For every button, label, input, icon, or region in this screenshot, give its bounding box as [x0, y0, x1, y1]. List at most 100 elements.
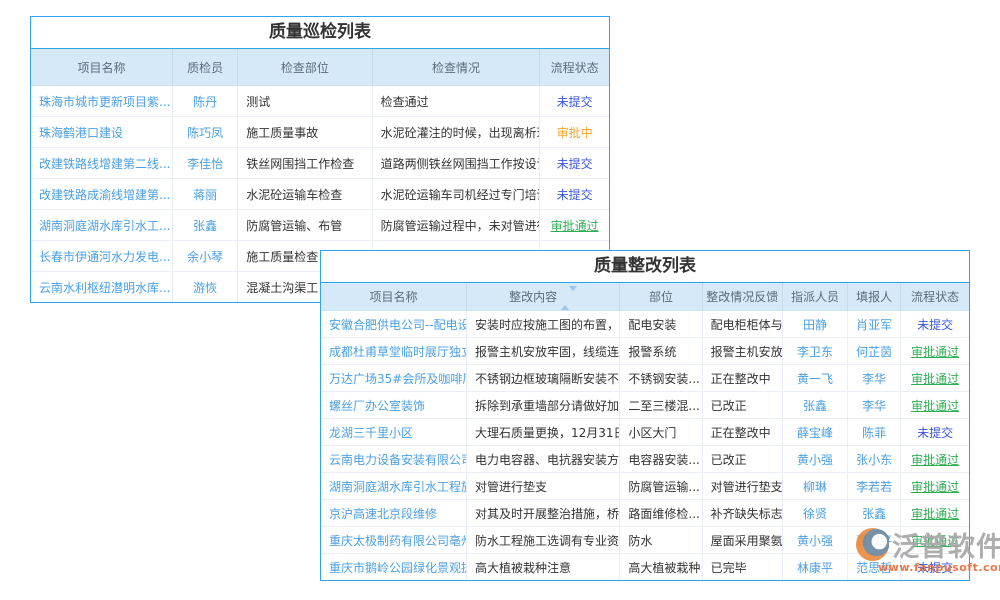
table-row: 京沪高速北京段维修 对其及时开展整治措施，桥头... 路面维修检... 补齐缺失… — [321, 500, 969, 527]
part-cell: 报警系统 — [620, 338, 702, 365]
filler-link[interactable]: 李华 — [848, 392, 901, 419]
inspector-link[interactable]: 陈丹 — [172, 86, 237, 117]
col-header-project: 项目名称 — [31, 49, 172, 86]
assignee-link[interactable]: 林康平 — [782, 554, 847, 581]
part-cell: 水泥砼运输车检查 — [238, 179, 372, 210]
filler-link[interactable]: 肖亚军 — [848, 311, 901, 338]
part-cell: 电容器安装... — [620, 446, 702, 473]
status-badge[interactable]: 审批通过 — [901, 446, 969, 473]
status-badge: 未提交 — [540, 179, 609, 210]
inspection-table-title: 质量巡检列表 — [31, 17, 609, 49]
col-header-project: 项目名称 — [321, 283, 466, 311]
feedback-cell: 报警主机安放... — [702, 338, 782, 365]
brand-url: www.fanpusoft.com — [878, 561, 1000, 574]
feedback-cell: 正在整改中 — [702, 419, 782, 446]
inspector-link[interactable]: 游恢 — [172, 272, 237, 303]
col-header-assignee: 指派人员 — [782, 283, 847, 311]
project-link[interactable]: 珠海鹤港口建设 — [31, 117, 172, 148]
situation-cell: 水泥砼灌注的时候，出现离析现象 — [372, 117, 540, 148]
part-cell: 施工质量事故 — [238, 117, 372, 148]
col-header-content-sortable[interactable]: 整改内容 — [466, 283, 619, 311]
status-badge: 未提交 — [540, 148, 609, 179]
part-cell: 防腐管运输... — [620, 473, 702, 500]
filler-link[interactable]: 张小东 — [848, 446, 901, 473]
project-link[interactable]: 云南水利枢纽潜明水库... — [31, 272, 172, 303]
assignee-link[interactable]: 田静 — [782, 311, 847, 338]
inspector-link[interactable]: 张鑫 — [172, 210, 237, 241]
fanpu-watermark: 泛普软件 www.fanpusoft.com — [856, 525, 1000, 574]
part-cell: 铁丝网围挡工作检查 — [238, 148, 372, 179]
situation-cell: 水泥砼运输车司机经过专门培训... — [372, 179, 540, 210]
status-badge[interactable]: 审批通过 — [901, 338, 969, 365]
project-link[interactable]: 云南电力设备安装有限公司20... — [321, 446, 466, 473]
part-cell: 二至三楼混... — [620, 392, 702, 419]
table-row: 云南电力设备安装有限公司20... 电力电容器、电抗器安装方案,... 电容器安… — [321, 446, 969, 473]
col-header-filler: 填报人 — [848, 283, 901, 311]
part-cell: 不锈钢安装... — [620, 365, 702, 392]
filler-link[interactable]: 张鑫 — [848, 500, 901, 527]
feedback-cell: 已完毕 — [702, 554, 782, 581]
table-row: 改建铁路成渝线增建第... 蒋丽 水泥砼运输车检查 水泥砼运输车司机经过专门培训… — [31, 179, 609, 210]
project-link[interactable]: 京沪高速北京段维修 — [321, 500, 466, 527]
part-cell: 配电安装 — [620, 311, 702, 338]
assignee-link[interactable]: 黄小强 — [782, 527, 847, 554]
inspector-link[interactable]: 陈巧凤 — [172, 117, 237, 148]
part-cell: 路面维修检... — [620, 500, 702, 527]
assignee-link[interactable]: 柳琳 — [782, 473, 847, 500]
project-link[interactable]: 螺丝厂办公室装饰 — [321, 392, 466, 419]
inspector-link[interactable]: 李佳怡 — [172, 148, 237, 179]
project-link[interactable]: 湖南洞庭湖水库引水工... — [31, 210, 172, 241]
status-badge[interactable]: 审批通过 — [901, 473, 969, 500]
project-link[interactable]: 重庆市鹅岭公园绿化景观提升... — [321, 554, 466, 581]
table-row: 改建铁路线增建第二线... 李佳怡 铁丝网围挡工作检查 道路两侧铁丝网围挡工作按… — [31, 148, 609, 179]
content-cell: 防水工程施工选调有专业资质... — [466, 527, 619, 554]
assignee-link[interactable]: 黄小强 — [782, 446, 847, 473]
inspector-link[interactable]: 蒋丽 — [172, 179, 237, 210]
assignee-link[interactable]: 黄一飞 — [782, 365, 847, 392]
project-link[interactable]: 珠海市城市更新项目紫... — [31, 86, 172, 117]
content-cell: 不锈钢边框玻璃隔断安装不牢... — [466, 365, 619, 392]
rectification-table-title: 质量整改列表 — [321, 251, 969, 283]
feedback-cell: 正在整改中 — [702, 365, 782, 392]
project-link[interactable]: 安徽合肥供电公司--配电设备... — [321, 311, 466, 338]
status-badge[interactable]: 审批通过 — [540, 210, 609, 241]
col-header-part: 部位 — [620, 283, 702, 311]
col-header-inspector: 质检员 — [172, 49, 237, 86]
feedback-cell: 配电柜柜体与... — [702, 311, 782, 338]
table-row: 湖南洞庭湖水库引水工... 张鑫 防腐管运输、布管 防腐管运输过程中，未对管进行… — [31, 210, 609, 241]
table-row: 螺丝厂办公室装饰 拆除到承重墙部分请做好加固... 二至三楼混... 已改正 张… — [321, 392, 969, 419]
filler-link[interactable]: 何芷茵 — [848, 338, 901, 365]
table-row: 湖南洞庭湖水库引水工程施工标 对管进行垫支 防腐管运输... 对管进行垫支 柳琳… — [321, 473, 969, 500]
status-badge[interactable]: 审批通过 — [901, 392, 969, 419]
part-cell: 测试 — [238, 86, 372, 117]
status-badge: 未提交 — [901, 311, 969, 338]
project-link[interactable]: 改建铁路成渝线增建第... — [31, 179, 172, 210]
filler-link[interactable]: 陈菲 — [848, 419, 901, 446]
project-link[interactable]: 龙湖三千里小区 — [321, 419, 466, 446]
project-link[interactable]: 成都杜甫草堂临时展厅独立展... — [321, 338, 466, 365]
project-link[interactable]: 长春市伊通河水力发电... — [31, 241, 172, 272]
filler-link[interactable]: 李华 — [848, 365, 901, 392]
table-row: 龙湖三千里小区 大理石质量更换，12月31日之... 小区大门 正在整改中 薛宝… — [321, 419, 969, 446]
content-cell: 高大植被栽种注意 — [466, 554, 619, 581]
content-cell: 拆除到承重墙部分请做好加固... — [466, 392, 619, 419]
project-link[interactable]: 重庆太极制药有限公司亳州中... — [321, 527, 466, 554]
status-badge[interactable]: 审批通过 — [901, 500, 969, 527]
sort-icon[interactable] — [561, 291, 577, 305]
fanpu-logo-icon — [856, 528, 889, 561]
feedback-cell: 已改正 — [702, 446, 782, 473]
project-link[interactable]: 万达广场35#会所及咖啡厅空... — [321, 365, 466, 392]
content-cell: 安装时应按施工图的布置，将... — [466, 311, 619, 338]
project-link[interactable]: 湖南洞庭湖水库引水工程施工标 — [321, 473, 466, 500]
assignee-link[interactable]: 张鑫 — [782, 392, 847, 419]
project-link[interactable]: 改建铁路线增建第二线... — [31, 148, 172, 179]
inspector-link[interactable]: 余小琴 — [172, 241, 237, 272]
status-badge[interactable]: 审批通过 — [901, 365, 969, 392]
feedback-cell: 补齐缺失标志... — [702, 500, 782, 527]
part-cell: 小区大门 — [620, 419, 702, 446]
col-header-situation: 检查情况 — [372, 49, 540, 86]
filler-link[interactable]: 李若若 — [848, 473, 901, 500]
assignee-link[interactable]: 徐贤 — [782, 500, 847, 527]
assignee-link[interactable]: 薛宝峰 — [782, 419, 847, 446]
assignee-link[interactable]: 李卫东 — [782, 338, 847, 365]
